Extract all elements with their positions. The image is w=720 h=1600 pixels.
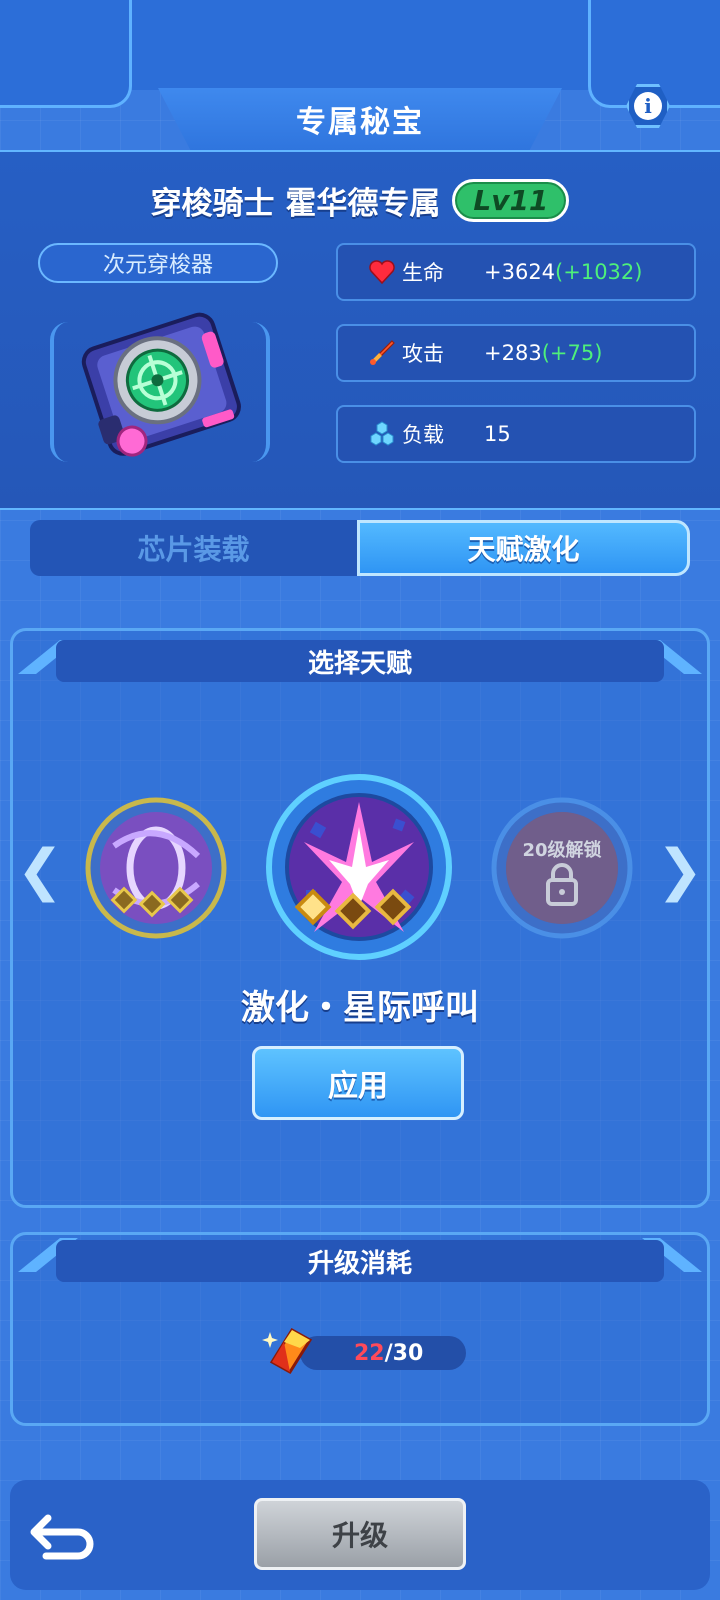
- title-tab: 专属秘宝: [158, 88, 562, 150]
- cost-separator: /: [384, 1340, 393, 1366]
- tab-bar: 芯片装载 天赋激化: [30, 520, 690, 576]
- top-frame: [132, 0, 588, 90]
- dimension-shuttle-device-icon[interactable]: [64, 290, 254, 480]
- tab-chip-load[interactable]: 芯片装载: [30, 520, 357, 576]
- prev-arrow-button[interactable]: ❮: [17, 838, 64, 903]
- next-arrow-button[interactable]: ❯: [657, 838, 704, 903]
- stat-bonus: (+1032): [555, 260, 643, 284]
- crystal-icon[interactable]: [262, 1322, 318, 1378]
- apply-button[interactable]: 应用: [252, 1046, 464, 1120]
- stat-value: +3624: [484, 260, 556, 284]
- level-badge: Lv11: [452, 178, 570, 222]
- cost-progress: 22 / 30: [300, 1336, 466, 1370]
- back-arrow-icon[interactable]: [26, 1506, 96, 1562]
- stat-value: +283: [484, 341, 542, 365]
- hexagons-icon: [368, 420, 396, 448]
- vortex-talent-orb[interactable]: [84, 796, 228, 940]
- stat-row-atk: 攻击 +283 (+75): [336, 324, 696, 382]
- stat-row-load: 负载 15: [336, 405, 696, 463]
- top-frame-left: [0, 0, 132, 108]
- stat-bonus: (+75): [541, 341, 603, 365]
- cost-have: 22: [354, 1340, 385, 1366]
- upgrade-cost-header: 升级消耗: [56, 1240, 664, 1282]
- star-burst-talent-orb[interactable]: [264, 772, 454, 962]
- upgrade-button[interactable]: 升级: [254, 1498, 466, 1570]
- sword-icon: [368, 339, 396, 367]
- hero-name-row: 穿梭骑士 霍华德专属 Lv11: [0, 172, 720, 228]
- item-type-label: 次元穿梭器: [38, 243, 278, 283]
- page-title: 专属秘宝: [296, 105, 424, 140]
- cost-need: 30: [392, 1340, 424, 1366]
- stat-label: 攻击: [402, 342, 444, 366]
- heart-icon: [368, 258, 396, 286]
- lock-level-text: 20级解锁: [522, 839, 601, 861]
- select-talent-header: 选择天赋: [56, 640, 664, 682]
- locked-talent-orb[interactable]: 20级解锁: [490, 796, 634, 940]
- stat-value: 15: [484, 422, 511, 446]
- hero-name: 穿梭骑士 霍华德专属: [150, 185, 441, 222]
- selected-talent-name: 激化・星际呼叫: [241, 988, 479, 1028]
- info-icon: i: [634, 92, 662, 120]
- stat-label: 生命: [402, 261, 444, 285]
- stat-label: 负载: [402, 423, 444, 447]
- stat-row-hp: 生命 +3624 (+1032): [336, 243, 696, 301]
- tab-talent-awaken[interactable]: 天赋激化: [357, 520, 690, 576]
